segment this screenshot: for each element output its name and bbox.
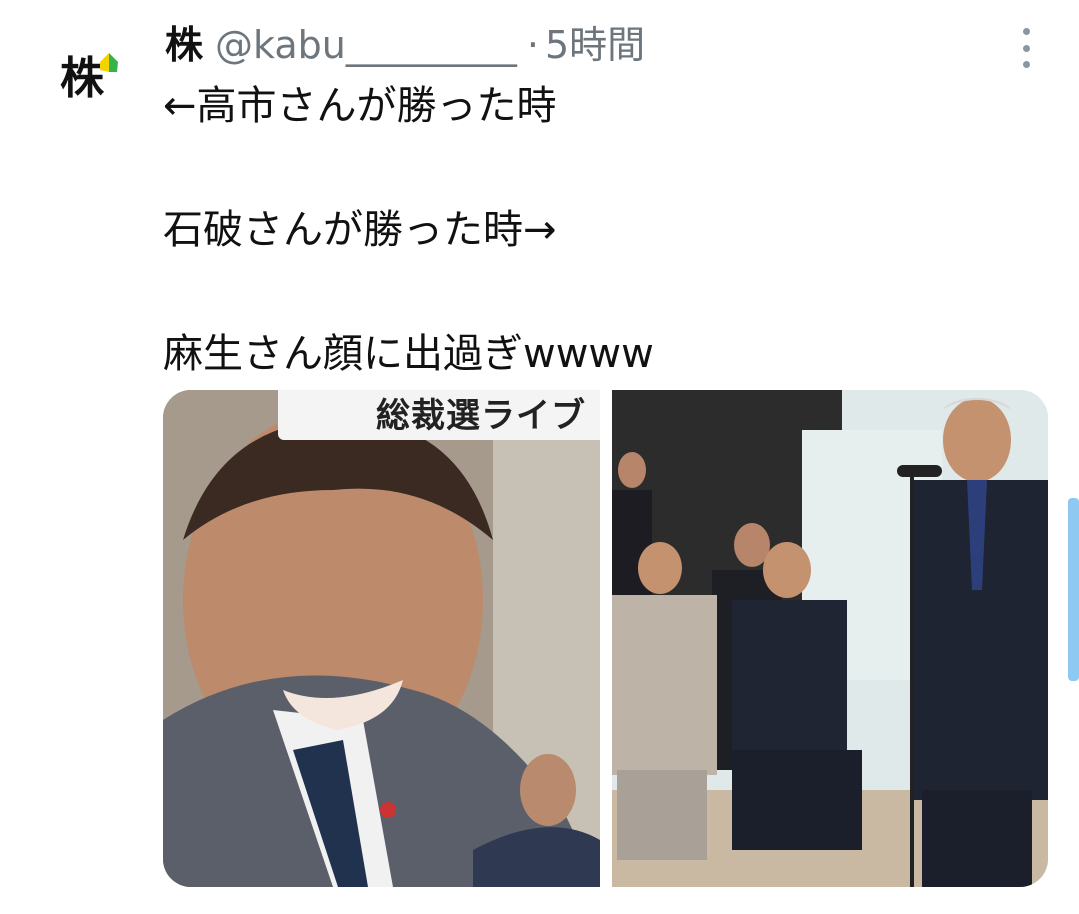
more-vertical-icon[interactable] <box>1018 28 1034 68</box>
author-handle[interactable]: @kabu_________ <box>215 20 517 70</box>
photo-smiling-man <box>163 390 600 887</box>
media-image-left[interactable]: 総裁選ライブ <box>163 390 600 887</box>
media-image-right[interactable] <box>612 390 1048 887</box>
photo-press-event <box>612 390 1048 887</box>
beginner-leaf-icon <box>100 53 118 72</box>
tweet-media[interactable]: 総裁選ライブ <box>163 390 1048 887</box>
tweet-header: 株 @kabu_________ · 5時間 <box>165 20 645 70</box>
scroll-indicator[interactable] <box>1068 498 1079 681</box>
tweet-body: ←高市さんが勝った時 石破さんが勝った時→ 麻生さん顔に出過ぎwwww <box>163 83 654 377</box>
header-separator: · <box>526 23 539 67</box>
tweet-timestamp[interactable]: 5時間 <box>545 20 645 70</box>
author-name[interactable]: 株 <box>165 20 203 70</box>
broadcast-caption: 総裁選ライブ <box>278 390 600 440</box>
tweet-avatar[interactable]: 株 <box>58 50 120 108</box>
